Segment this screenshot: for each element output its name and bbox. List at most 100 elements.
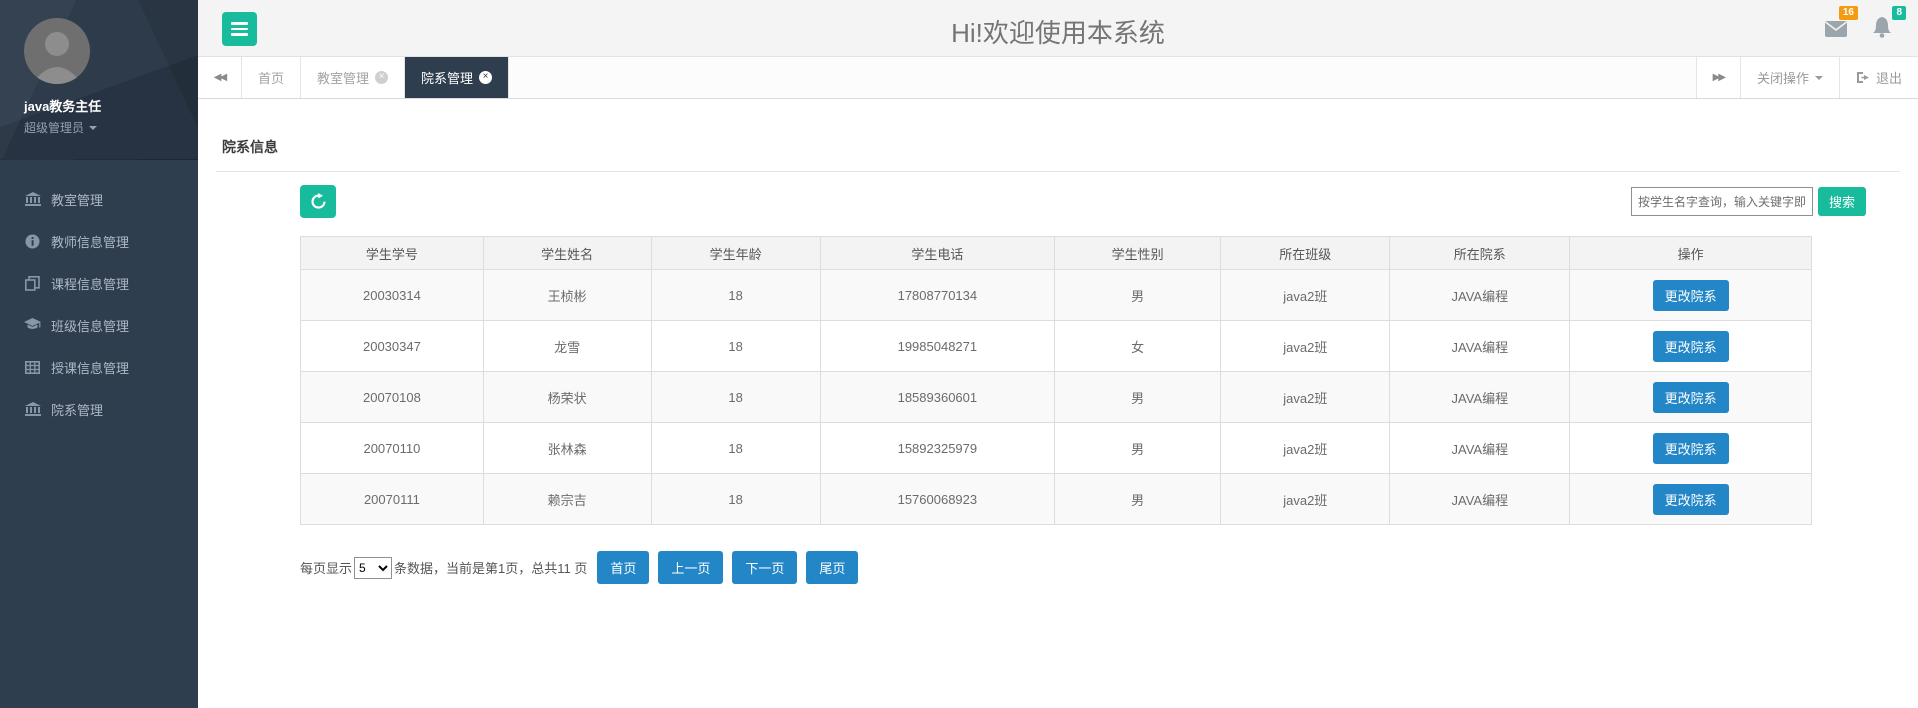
cell-student-id: 20070111 [300,473,484,525]
cell-class: java2班 [1220,371,1391,423]
tab-bar: ◀◀ 首页 教室管理 院系管理 ▶▶ 关闭操作 [198,57,1918,99]
sidebar-item-label: 教室管理 [51,192,104,208]
cell-department: JAVA编程 [1389,320,1571,372]
sidebar-item-teaching-info[interactable]: 授课信息管理 [0,346,198,388]
tab-label: 院系管理 [421,71,474,86]
tab-label: 教室管理 [317,71,370,86]
page-size-select[interactable]: 5 [354,556,393,579]
cell-student-gender: 女 [1053,320,1222,372]
cell-student-age: 18 [650,422,821,474]
notifications-badge: 8 [1892,6,1906,20]
sidebar-item-course-info[interactable]: 课程信息管理 [0,262,198,304]
tab-label: 首页 [258,71,285,86]
main-area: Hi!欢迎使用本系统 16 8 ◀◀ 首页 教室管理 × 院系管理 × ▶▶ 关… [198,0,1918,708]
sidebar-item-teacher-info[interactable]: 教师信息管理 [0,220,198,262]
cell-student-age: 18 [650,320,821,372]
cell-student-age: 18 [650,269,821,321]
first-page-button[interactable]: 首页 [597,551,650,584]
cell-student-gender: 男 [1053,371,1222,423]
cell-student-gender: 男 [1053,473,1222,525]
cell-student-name: 王桢彬 [482,269,652,321]
change-department-button[interactable]: 更改院系 [1652,279,1729,311]
cell-class: java2班 [1220,269,1391,321]
column-header: 学生学号 [300,236,484,270]
cell-student-id: 20070110 [300,422,484,474]
bank-icon [24,191,41,207]
column-header: 学生年龄 [650,236,821,270]
cell-student-name: 赖宗吉 [482,473,652,525]
column-header: 所在院系 [1389,236,1571,270]
bell-icon [1873,17,1891,38]
table-row: 20030347 龙雪 18 19985048271 女 java2班 JAVA… [300,320,1812,372]
table-icon [24,360,41,375]
table-header-row: 学生学号 学生姓名 学生年龄 学生电话 学生性别 所在班级 所在院系 操作 [300,236,1812,270]
cell-student-gender: 男 [1053,422,1222,474]
cell-student-id: 20030347 [300,320,484,372]
cell-student-phone: 19985048271 [819,320,1055,372]
tabs-scroll-right-button[interactable]: ▶▶ [1695,57,1740,98]
table-row: 20070108 杨荣状 18 18589360601 男 java2班 JAV… [300,371,1812,423]
cell-student-name: 杨荣状 [482,371,652,423]
cell-department: JAVA编程 [1389,269,1571,321]
search-button[interactable]: 搜索 [1818,187,1866,216]
close-tab-icon[interactable] [375,71,389,84]
change-department-button[interactable]: 更改院系 [1652,432,1729,464]
person-icon [35,32,79,84]
cell-student-phone: 15892325979 [819,422,1055,474]
envelope-icon [1825,21,1847,37]
refresh-icon [310,193,326,209]
logout-button[interactable]: 退出 [1838,57,1918,98]
tab-home[interactable]: 首页 [242,57,302,98]
close-operations-dropdown[interactable]: 关闭操作 [1739,57,1839,98]
cell-student-name: 张林森 [482,422,652,474]
info-icon [24,234,41,249]
panel-title: 院系信息 [222,139,278,155]
cell-student-id: 20030314 [300,269,484,321]
sidebar-item-label: 院系管理 [51,402,104,418]
sidebar-item-label: 课程信息管理 [51,276,130,292]
notifications-button[interactable]: 8 [1872,6,1906,38]
change-department-button[interactable]: 更改院系 [1652,483,1729,515]
cell-class: java2班 [1220,320,1391,372]
close-operations-label: 关闭操作 [1756,71,1809,86]
user-panel: java教务主任 超级管理员 [0,0,198,160]
search-input[interactable] [1631,187,1813,216]
avatar [24,18,90,84]
sidebar-item-classroom[interactable]: 教室管理 [0,178,198,220]
table-row: 20070110 张林森 18 15892325979 男 java2班 JAV… [300,422,1812,474]
user-role-dropdown[interactable]: 超级管理员 [24,119,198,136]
change-department-button[interactable]: 更改院系 [1652,381,1729,413]
cell-class: java2班 [1220,473,1391,525]
table-row: 20070111 赖宗吉 18 15760068923 男 java2班 JAV… [300,473,1812,525]
sidebar-menu: 教室管理 教师信息管理 课程信息管理 班级信息管理 授课信息管理 院系管理 [0,178,198,430]
close-tab-icon[interactable] [479,71,493,84]
cell-student-age: 18 [650,371,821,423]
pagination: 每页显示 5 条数据，当前是第1页，总共11 页 首页 上一页 下一页 尾页 [300,551,1918,584]
column-header: 操作 [1569,236,1812,270]
logout-icon [1856,72,1869,83]
tabs-scroll-left-button[interactable]: ◀◀ [198,57,242,98]
user-name: java教务主任 [24,99,102,114]
change-department-button[interactable]: 更改院系 [1652,330,1729,362]
refresh-button[interactable] [300,185,336,218]
messages-button[interactable]: 16 [1824,6,1858,38]
cell-student-age: 18 [650,473,821,525]
sidebar-item-class-info[interactable]: 班级信息管理 [0,304,198,346]
tab-classroom[interactable]: 教室管理 [301,57,406,98]
prev-page-button[interactable]: 上一页 [658,551,724,584]
column-header: 学生性别 [1053,236,1222,270]
next-page-button[interactable]: 下一页 [732,551,798,584]
top-header: Hi!欢迎使用本系统 16 8 [198,0,1918,57]
sidebar-item-department[interactable]: 院系管理 [0,388,198,430]
cell-department: JAVA编程 [1389,473,1571,525]
tab-department[interactable]: 院系管理 [405,57,510,98]
page-title: Hi!欢迎使用本系统 [951,18,1165,48]
pagination-status: 条数据，当前是第1页，总共11 页 [394,561,588,576]
cell-student-id: 20070108 [300,371,484,423]
column-header: 所在班级 [1220,236,1391,270]
cell-class: java2班 [1220,422,1391,474]
cell-student-phone: 17808770134 [819,269,1055,321]
double-chevron-right-icon: ▶▶ [1712,72,1726,83]
last-page-button[interactable]: 尾页 [806,551,859,584]
column-header: 学生姓名 [482,236,652,270]
